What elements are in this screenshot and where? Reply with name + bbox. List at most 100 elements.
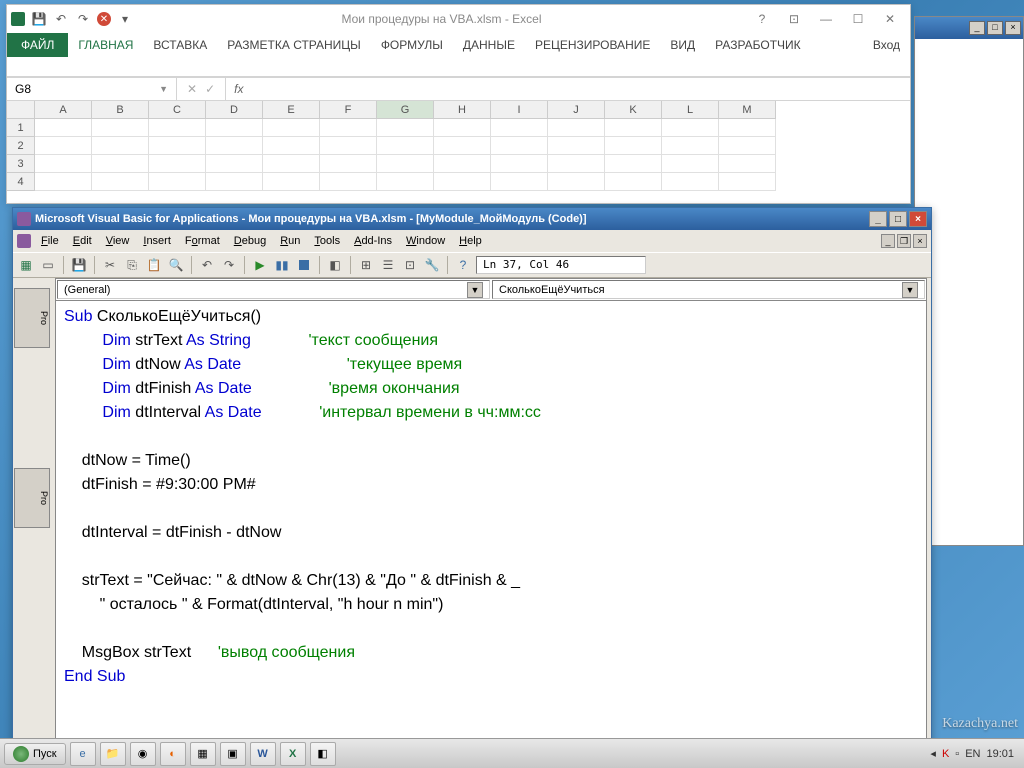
copy-icon[interactable]: ⎘: [123, 256, 141, 274]
save-icon[interactable]: 💾: [31, 11, 47, 27]
code-editor[interactable]: Sub СколькоЕщёУчиться() Dim strText As S…: [56, 301, 926, 741]
minimize-icon[interactable]: —: [814, 12, 838, 26]
mdi-min-icon[interactable]: _: [881, 234, 895, 248]
tab-home[interactable]: ГЛАВНАЯ: [68, 34, 143, 56]
name-box[interactable]: G8 ▼: [7, 78, 177, 100]
col-header[interactable]: H: [434, 101, 491, 119]
object-dropdown[interactable]: (General) ▼: [57, 280, 490, 299]
tab-formulas[interactable]: ФОРМУЛЫ: [371, 34, 453, 56]
break-icon[interactable]: ▮▮: [273, 256, 291, 274]
stop-macro-icon[interactable]: ✕: [97, 12, 111, 26]
col-header[interactable]: F: [320, 101, 377, 119]
project-panel-tab[interactable]: Pro: [14, 288, 50, 348]
tab-pagelayout[interactable]: РАЗМЕТКА СТРАНИЦЫ: [217, 34, 371, 56]
mdi-close-icon[interactable]: ×: [913, 234, 927, 248]
taskbar-explorer[interactable]: 📁: [100, 742, 126, 766]
tab-developer[interactable]: РАЗРАБОТЧИК: [705, 34, 811, 56]
object-browser-icon[interactable]: ⊡: [401, 256, 419, 274]
menu-debug[interactable]: Debug: [228, 233, 272, 249]
menu-insert[interactable]: Insert: [137, 233, 177, 249]
help-icon[interactable]: ?: [454, 256, 472, 274]
redo-icon[interactable]: ↷: [220, 256, 238, 274]
undo-icon[interactable]: ↶: [53, 11, 69, 27]
close-icon[interactable]: ✕: [878, 12, 902, 26]
taskbar-word[interactable]: W: [250, 742, 276, 766]
cut-icon[interactable]: ✂: [101, 256, 119, 274]
run-icon[interactable]: ▶: [251, 256, 269, 274]
enter-formula-icon[interactable]: ✓: [205, 82, 215, 96]
insert-module-icon[interactable]: ▭: [39, 256, 57, 274]
signin-link[interactable]: Вход: [863, 34, 910, 56]
row-header[interactable]: 3: [7, 155, 35, 173]
col-header[interactable]: A: [35, 101, 92, 119]
taskbar-app5[interactable]: ▦: [190, 742, 216, 766]
col-header[interactable]: D: [206, 101, 263, 119]
ribbon-options-icon[interactable]: ⊡: [782, 12, 806, 26]
taskbar-chrome[interactable]: ◉: [130, 742, 156, 766]
fragment-close[interactable]: ×: [1005, 21, 1021, 35]
col-header[interactable]: B: [92, 101, 149, 119]
view-excel-icon[interactable]: ▦: [17, 256, 35, 274]
qat-dropdown-icon[interactable]: ▾: [117, 11, 133, 27]
tab-data[interactable]: ДАННЫЕ: [453, 34, 525, 56]
chevron-down-icon[interactable]: ▼: [902, 282, 918, 298]
row-header[interactable]: 1: [7, 119, 35, 137]
col-header[interactable]: E: [263, 101, 320, 119]
mdi-restore-icon[interactable]: ❐: [897, 234, 911, 248]
tab-view[interactable]: ВИД: [660, 34, 705, 56]
spreadsheet-grid[interactable]: A B C D E F G H I J K L M 1 2 3 4: [7, 101, 910, 191]
menu-tools[interactable]: Tools: [308, 233, 346, 249]
paste-icon[interactable]: 📋: [145, 256, 163, 274]
col-header[interactable]: I: [491, 101, 548, 119]
chevron-down-icon[interactable]: ▼: [159, 84, 168, 94]
taskbar-ie[interactable]: e: [70, 742, 96, 766]
fragment-max[interactable]: □: [987, 21, 1003, 35]
taskbar-firefox[interactable]: ◐: [160, 742, 186, 766]
maximize-icon[interactable]: ☐: [846, 12, 870, 26]
col-header[interactable]: C: [149, 101, 206, 119]
taskbar-app9[interactable]: ◧: [310, 742, 336, 766]
tab-insert[interactable]: ВСТАВКА: [143, 34, 217, 56]
row-header[interactable]: 4: [7, 173, 35, 191]
undo-icon[interactable]: ↶: [198, 256, 216, 274]
toolbox-icon[interactable]: 🔧: [423, 256, 441, 274]
start-button[interactable]: Пуск: [4, 743, 66, 765]
chevron-down-icon[interactable]: ▼: [467, 282, 483, 298]
menu-edit[interactable]: Edit: [67, 233, 98, 249]
find-icon[interactable]: 🔍: [167, 256, 185, 274]
help-icon[interactable]: ?: [750, 12, 774, 26]
taskbar-excel[interactable]: X: [280, 742, 306, 766]
fx-label[interactable]: fx: [226, 82, 251, 96]
tray-expand-icon[interactable]: ◂: [930, 747, 936, 760]
vba-maximize-icon[interactable]: □: [889, 211, 907, 227]
col-header[interactable]: L: [662, 101, 719, 119]
properties-panel-tab[interactable]: Pro: [14, 468, 50, 528]
menu-window[interactable]: Window: [400, 233, 451, 249]
cancel-formula-icon[interactable]: ✕: [187, 82, 197, 96]
properties-icon[interactable]: ☰: [379, 256, 397, 274]
col-header[interactable]: K: [605, 101, 662, 119]
menu-help[interactable]: Help: [453, 233, 488, 249]
menu-format[interactable]: Format: [179, 233, 226, 249]
menu-addins[interactable]: Add-Ins: [348, 233, 398, 249]
tray-av-icon[interactable]: K: [942, 748, 949, 760]
menu-view[interactable]: View: [100, 233, 136, 249]
col-header[interactable]: J: [548, 101, 605, 119]
project-explorer-icon[interactable]: ⊞: [357, 256, 375, 274]
menu-file[interactable]: File: [35, 233, 65, 249]
file-tab[interactable]: ФАЙЛ: [7, 33, 68, 57]
redo-icon[interactable]: ↷: [75, 11, 91, 27]
row-header[interactable]: 2: [7, 137, 35, 155]
procedure-dropdown[interactable]: СколькоЕщёУчиться ▼: [492, 280, 925, 299]
taskbar-app6[interactable]: ▣: [220, 742, 246, 766]
fragment-min[interactable]: _: [969, 21, 985, 35]
clock[interactable]: 19:01: [986, 748, 1014, 760]
vba-minimize-icon[interactable]: _: [869, 211, 887, 227]
menu-run[interactable]: Run: [274, 233, 306, 249]
tab-review[interactable]: РЕЦЕНЗИРОВАНИЕ: [525, 34, 660, 56]
vba-close-icon[interactable]: ×: [909, 211, 927, 227]
col-header[interactable]: M: [719, 101, 776, 119]
reset-icon[interactable]: [295, 256, 313, 274]
save-icon[interactable]: 💾: [70, 256, 88, 274]
tray-net-icon[interactable]: ▫: [955, 748, 959, 760]
